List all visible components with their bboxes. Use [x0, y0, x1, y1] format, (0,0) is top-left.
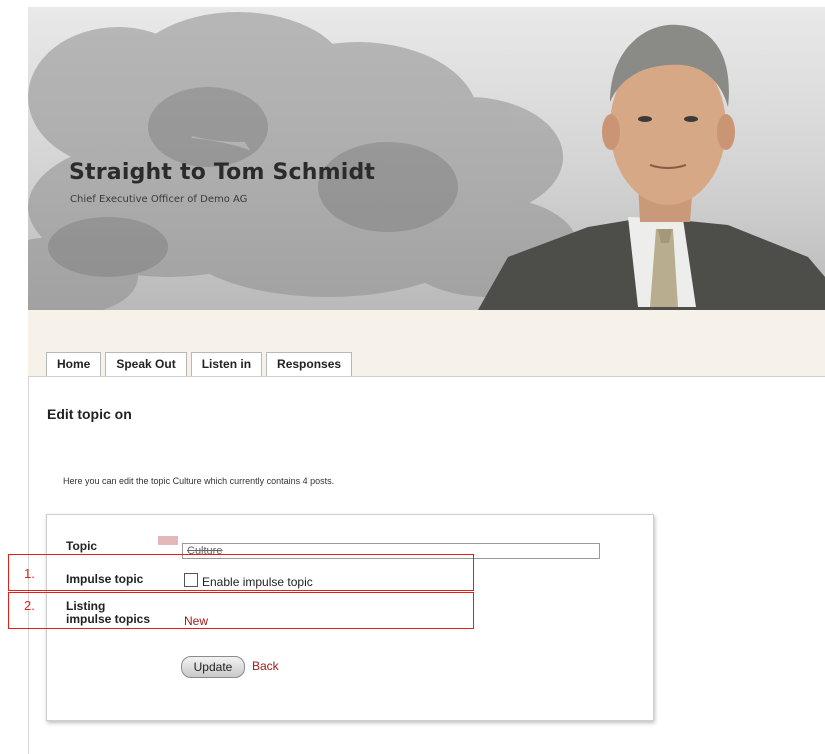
banner-subtitle: Chief Executive Officer of Demo AG	[70, 194, 248, 205]
tab-speak-out[interactable]: Speak Out	[105, 352, 187, 376]
tab-listen-in[interactable]: Listen in	[190, 352, 263, 376]
back-link[interactable]: Back	[252, 659, 279, 673]
page-title: Edit topic on	[47, 406, 132, 422]
header-banner: Straight to Tom Schmidt Chief Executive …	[28, 7, 825, 310]
annotation-number-2: 2.	[24, 598, 35, 613]
annotation-box-1	[8, 554, 474, 591]
tab-home[interactable]: Home	[46, 352, 102, 376]
update-button[interactable]: Update	[181, 656, 245, 678]
person-portrait-icon	[478, 24, 825, 310]
page-container: Straight to Tom Schmidt Chief Executive …	[28, 7, 825, 754]
language-flag-icon	[158, 536, 178, 545]
intro-text: Here you can edit the topic Culture whic…	[63, 476, 335, 486]
banner-title: Straight to Tom Schmidt	[69, 160, 376, 185]
tabs-divider	[28, 376, 825, 377]
annotation-box-2	[8, 592, 474, 629]
tab-responses[interactable]: Responses	[266, 352, 353, 376]
topic-label: Topic	[66, 539, 98, 553]
tab-bar: Home Speak Out Listen in Responses	[46, 352, 356, 376]
annotation-number-1: 1.	[24, 566, 35, 581]
